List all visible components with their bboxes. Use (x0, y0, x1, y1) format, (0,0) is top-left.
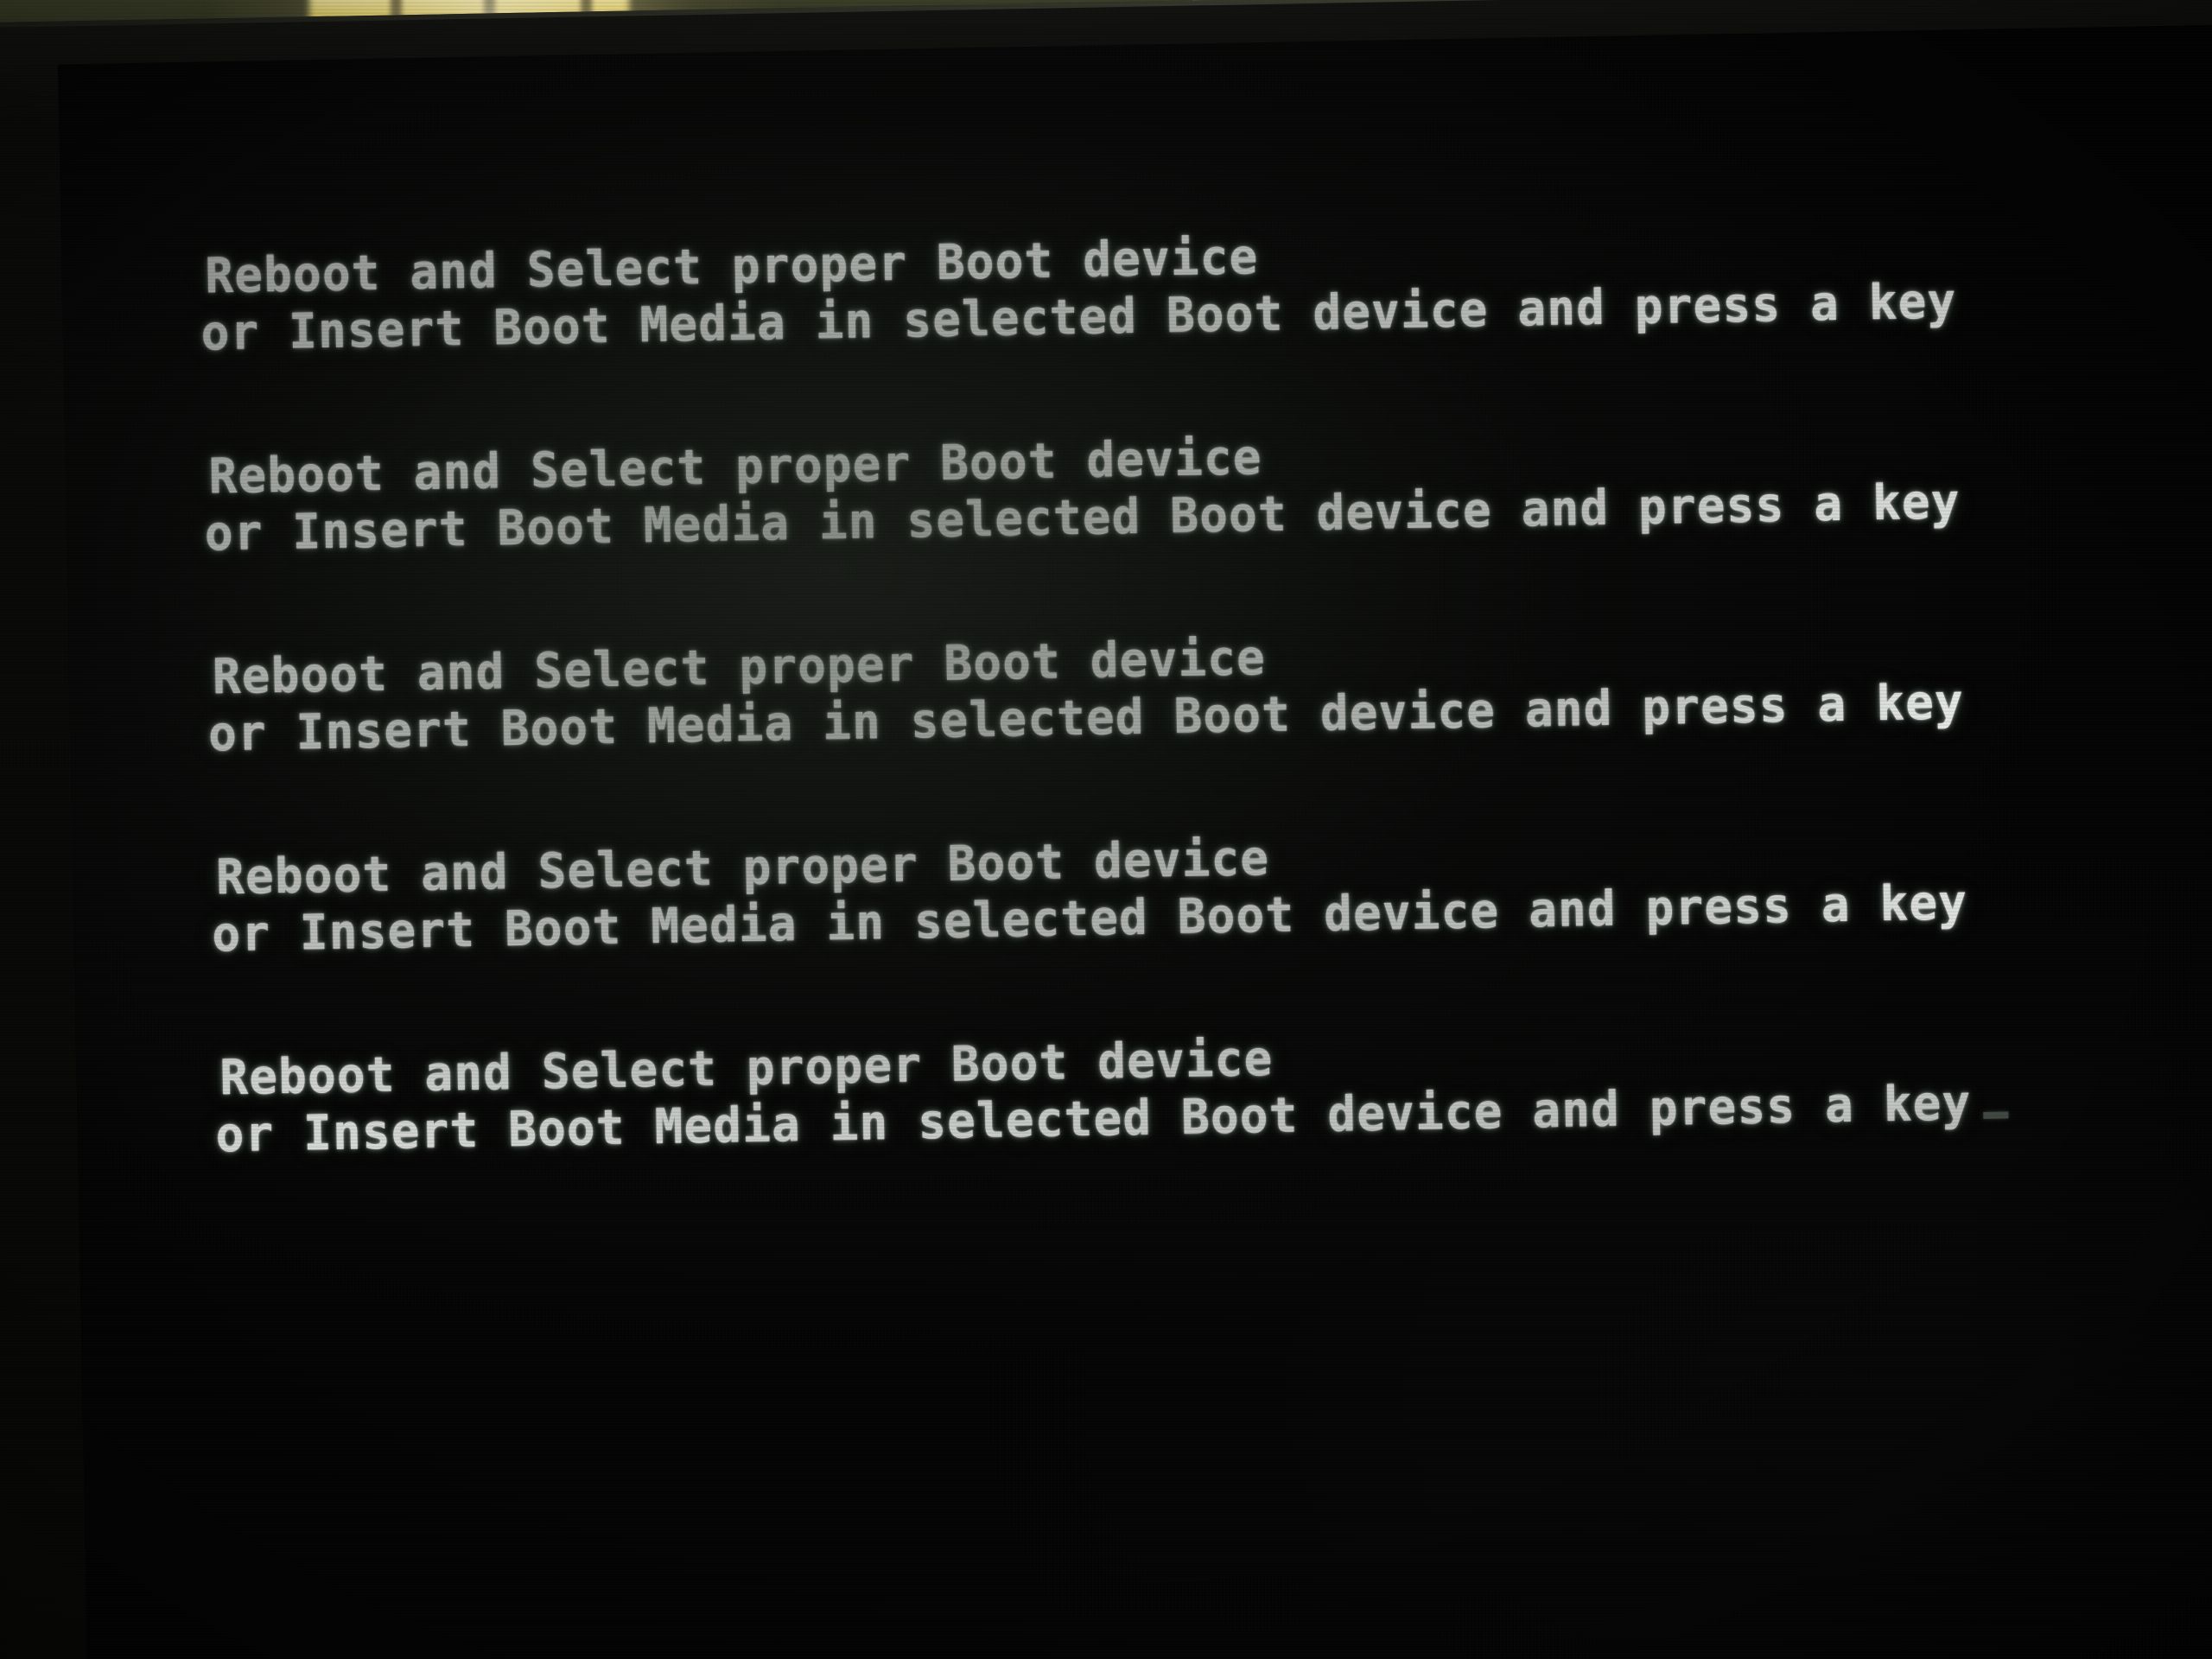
boot-error-message: Reboot and Select proper Boot device or … (208, 611, 2212, 764)
bios-console-output: Reboot and Select proper Boot device or … (200, 210, 2212, 1251)
boot-error-message: Reboot and Select proper Boot device or … (212, 811, 2212, 964)
boot-error-message: Reboot and Select proper Boot device or … (204, 410, 2212, 563)
monitor-screen: Reboot and Select proper Boot device or … (57, 22, 2212, 1659)
boot-error-message: Reboot and Select proper Boot device or … (200, 210, 2212, 363)
text-cursor (1983, 1111, 2009, 1119)
boot-error-message: Reboot and Select proper Boot device or … (215, 1012, 2212, 1165)
photograph-of-monitor: Reboot and Select proper Boot device or … (0, 0, 2212, 1659)
monitor: Reboot and Select proper Boot device or … (0, 0, 2212, 1659)
